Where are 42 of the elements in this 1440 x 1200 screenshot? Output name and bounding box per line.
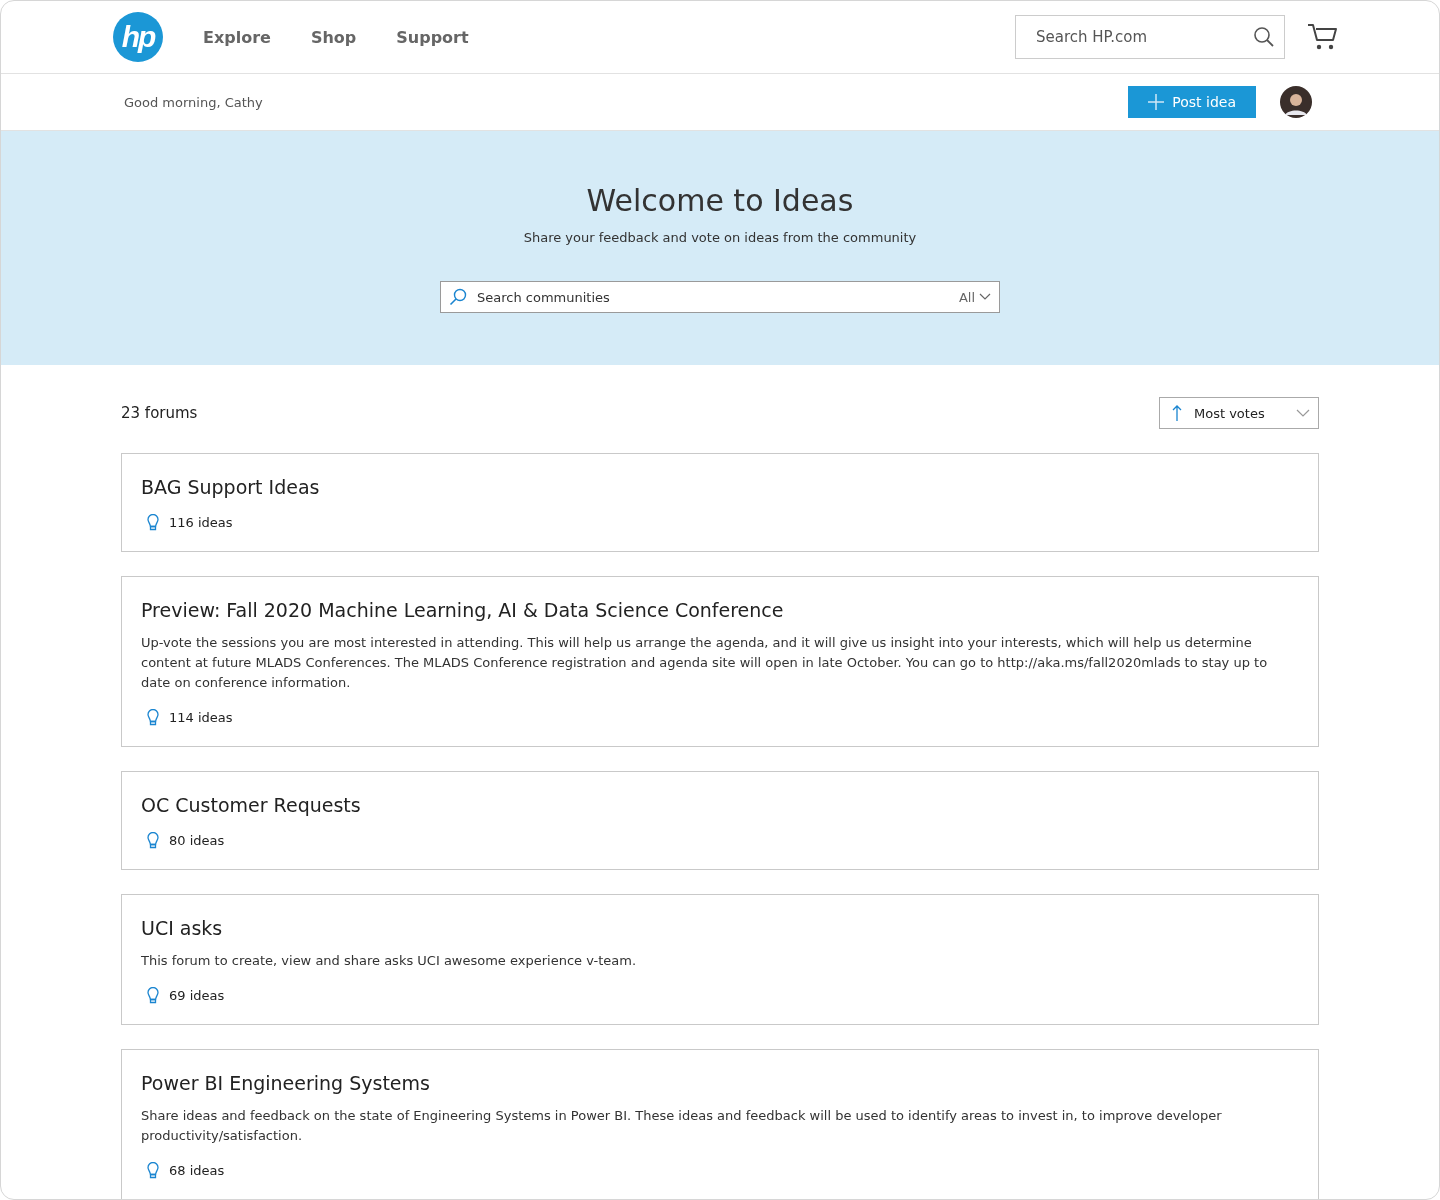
ideas-count: 68 ideas bbox=[169, 1163, 225, 1178]
forum-card[interactable] bbox=[121, 1049, 1319, 1199]
forum-title[interactable]: Preview: Fall 2020 Machine Learning, AI & Data Science Conference bbox=[141, 599, 1299, 621]
ideas-count: 80 ideas bbox=[169, 833, 225, 848]
sort-dropdown[interactable]: Most votes bbox=[1159, 397, 1319, 429]
ideas-count: 116 ideas bbox=[169, 515, 233, 530]
hero-subtitle: Share your feedback and vote on ideas from the community bbox=[523, 230, 917, 245]
forum-card[interactable]: OC Customer Requests 80 ideas bbox=[121, 771, 1319, 870]
forum-title[interactable]: OC Customer Requests bbox=[141, 794, 1299, 816]
lightbulb-icon bbox=[147, 1162, 159, 1179]
forum-card[interactable]: UCI asks This forum to create, view and share asks UCI awesome experience v-team. 69 ideas bbox=[121, 894, 1319, 1025]
forum-description: Up-vote the sessions you are most interested in attending. This will help us arrange the agenda, and it will give us insight into your interests, which will help us determine content at future MLADS Conferences. The MLADS Conference registration and agenda site will open in late October. You can go to http://aka.ms/fall2020mlads to stay up to date on conference information. bbox=[141, 634, 1269, 692]
community-search-field[interactable]: Search communities All bbox=[440, 281, 1000, 313]
forum-title[interactable]: BAG Support Ideas bbox=[141, 476, 1299, 498]
avatar[interactable] bbox=[1280, 86, 1312, 118]
chevron-down-icon bbox=[1296, 409, 1310, 417]
search-field[interactable]: Search HP.com bbox=[1015, 15, 1285, 59]
lightbulb-icon bbox=[147, 832, 159, 849]
cart-icon[interactable] bbox=[1307, 23, 1339, 51]
ideas-count: 114 ideas bbox=[169, 710, 233, 725]
ideas-count: 69 ideas bbox=[169, 988, 225, 1003]
lightbulb-icon bbox=[147, 987, 159, 1004]
nav-link[interactable]: Support bbox=[396, 27, 469, 47]
lightbulb-icon bbox=[147, 709, 159, 726]
nav-link[interactable]: Shop bbox=[310, 27, 357, 47]
scope-dropdown[interactable]: All bbox=[958, 289, 991, 305]
search-icon bbox=[449, 288, 467, 306]
forum-title[interactable]: UCI asks bbox=[141, 917, 1299, 939]
chevron-down-icon bbox=[979, 293, 991, 301]
forum-title[interactable]: Power BI Engineering Systems bbox=[141, 1072, 1299, 1094]
search-icon[interactable] bbox=[1253, 26, 1275, 48]
forum-description: This forum to create, view and share asks UCI awesome experience v-team. bbox=[141, 952, 638, 970]
forums-count: 23 forums bbox=[121, 404, 198, 422]
forum-card[interactable] bbox=[121, 576, 1319, 747]
forum-card[interactable]: BAG Support Ideas 116 ideas bbox=[121, 453, 1319, 552]
hero-title: Welcome to Ideas bbox=[586, 183, 854, 218]
plus-icon bbox=[1148, 94, 1165, 110]
nav-link[interactable]: Explore bbox=[203, 27, 271, 47]
arrow-up-icon bbox=[1172, 405, 1182, 421]
greeting-text: Good morning, Cathy bbox=[124, 94, 263, 110]
forum-description: Share ideas and feedback on the state of Engineering Systems in Power BI. These ideas and feedback will be used to identify areas to invest in, to improve developer productivity/satisfaction. bbox=[141, 1107, 1223, 1145]
lightbulb-icon bbox=[147, 514, 159, 531]
